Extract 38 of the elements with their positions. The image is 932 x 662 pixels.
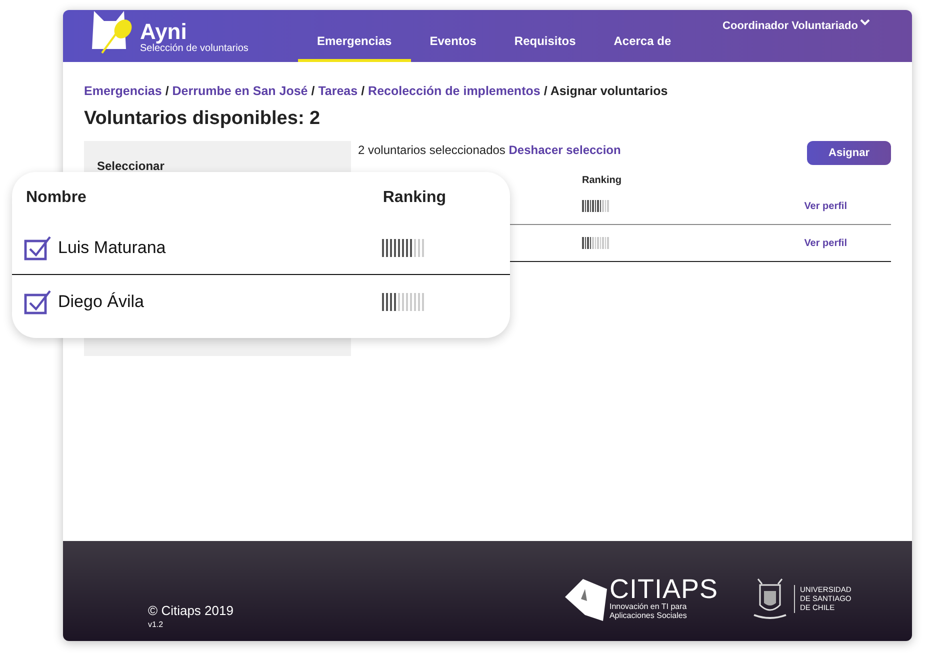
breadcrumb-link[interactable]: Emergencias [84,84,162,98]
breadcrumb-separator: / [311,84,315,98]
checkbox[interactable] [24,288,52,314]
view-profile-link[interactable]: Ver perfil [804,198,847,214]
org-name: CITIAPS [609,576,718,604]
column-header: Nombre [26,188,86,208]
selection-count: 2 voluntarios seleccionados [358,143,506,158]
crest-icon [752,576,788,621]
nav-tab[interactable]: Acerca de [594,32,690,62]
nav-tab[interactable]: Eventos [410,32,496,62]
view-profile-link[interactable]: Ver perfil [804,236,847,251]
app-subtitle: Selección de voluntarios [140,43,248,55]
breadcrumb-current: Asignar voluntarios [550,84,668,98]
chevron-down-icon[interactable] [860,18,870,26]
org-tagline: Innovación en TI para [609,603,688,612]
user-menu[interactable]: Coordinador Voluntariado [722,18,858,34]
version-label: v1.2 [148,619,164,631]
breadcrumb-separator: / [544,84,548,98]
breadcrumb-separator: / [361,84,365,98]
volunteer-name: Diego Ávila [58,290,144,313]
breadcrumb-link[interactable]: Derrumbe en San José [172,84,308,98]
page-heading: Voluntarios disponibles: 2 [84,106,322,131]
nav-tab[interactable]: Requisitos [495,32,595,62]
breadcrumb-separator: / [165,84,169,98]
org-tagline: Aplicaciones Sociales [609,612,688,621]
checkbox[interactable] [24,235,52,261]
sidebar-title: Seleccionar [97,158,166,176]
nav-tab[interactable]: Emergencias [298,32,411,62]
breadcrumb-link[interactable]: Recolección de implementos [368,84,540,98]
copyright-text: © Citiaps 2019 [148,603,234,619]
kite-icon [563,577,608,621]
column-header: Ranking [582,174,622,188]
assign-button[interactable]: Asignar [807,141,891,166]
volunteer-name: Luis Maturana [58,237,166,260]
undo-selection-link[interactable]: Deshacer seleccion [508,143,621,158]
column-header: Ranking [382,188,446,208]
breadcrumb-link[interactable]: Tareas [318,84,358,98]
app-name: Ayni [140,21,187,43]
